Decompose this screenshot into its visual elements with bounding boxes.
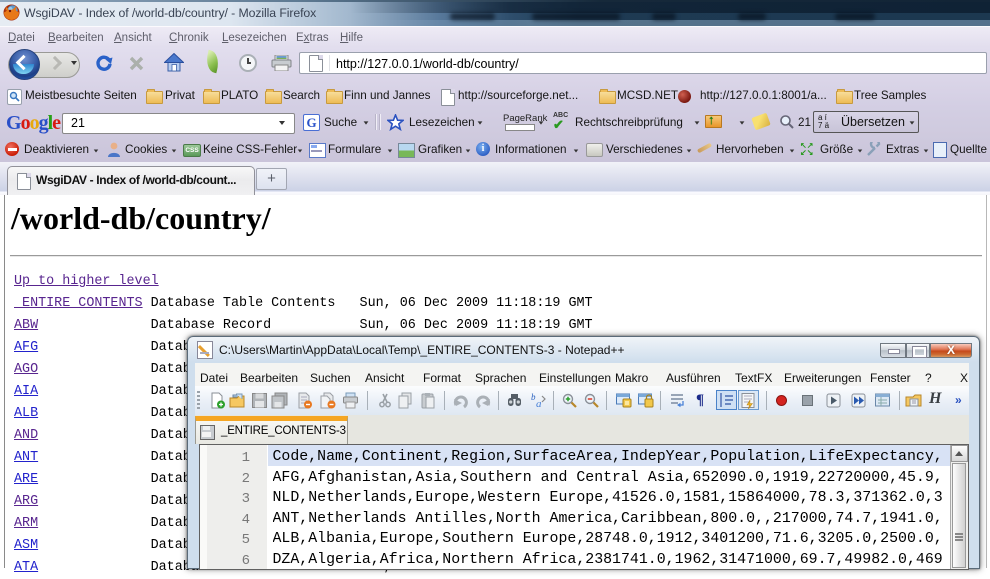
svg-text:a: a xyxy=(536,398,542,409)
